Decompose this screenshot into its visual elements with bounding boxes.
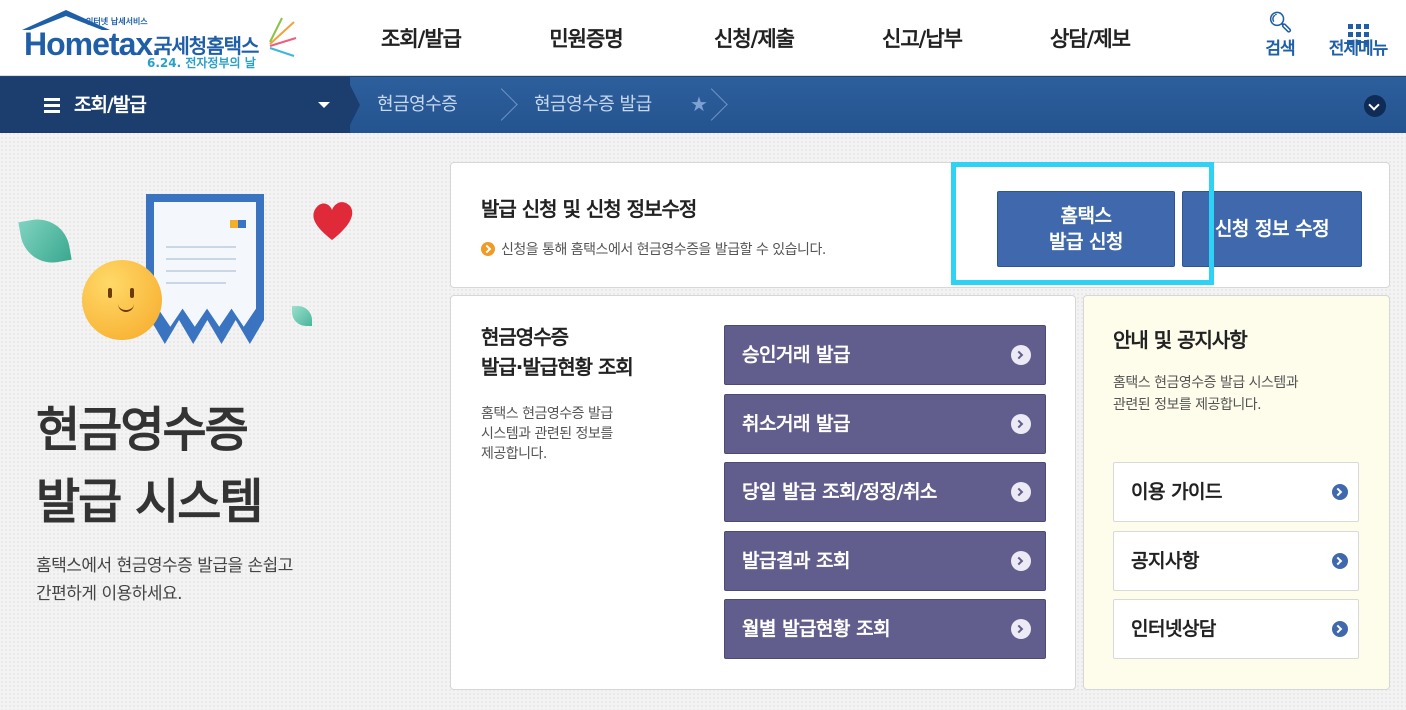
hero-title: 현금영수증 발급 시스템 [36,402,264,530]
nav-consult-report[interactable]: 상담/제보 [1006,0,1174,76]
hometax-issue-apply-button[interactable]: 홈택스 발급 신청 [997,191,1175,267]
receipt-illustration [18,186,370,366]
location-bar: 조회/발급 현금영수증 현금영수증 발급 ★ [0,76,1406,133]
nav-apply-submit[interactable]: 신청/제출 [670,0,838,76]
chevron-right-icon [1011,414,1031,434]
cancel-issue-button[interactable]: 취소거래 발급 [724,394,1046,454]
breadcrumb-cash-receipt-issue[interactable]: 현금영수증 발급 [534,77,652,133]
small-leaf-icon [292,306,312,326]
hero-description: 홈택스에서 현금영수증 발급을 손쉽고 간편하게 이용하세요. [36,556,293,604]
issue-panel-desc: 홈택스 현금영수증 발급 시스템과 관련된 정보를 제공합니다. [481,406,613,462]
location-menu-arrow [346,77,360,133]
issue-panel: 현금영수증 발급·발급현황 조회 홈택스 현금영수증 발급 시스템과 관련된 정… [450,295,1076,690]
user-guide-button[interactable]: 이용 가이드 [1113,462,1359,522]
breadcrumb-separator [700,87,718,123]
smiley-face-icon [82,260,162,340]
arrow-bullet-icon [481,242,495,256]
top-header: 인터넷 납세서비스 Hometax. 국세청홈택스 6.24. 전자정부의 날 … [0,0,1406,76]
all-menu-label: 전체메뉴 [1328,39,1389,59]
issue-result-button[interactable]: 발급결과 조회 [724,531,1046,591]
apply-panel: 발급 신청 및 신청 정보수정 신청을 통해 홈택스에서 현금영수증을 발급할 … [450,162,1390,288]
breadcrumb-separator [490,87,508,123]
firework-icon [269,17,297,57]
chevron-right-icon [1332,621,1348,637]
main-nav: 조회/발급 민원증명 신청/제출 신고/납부 상담/제보 [340,0,1174,76]
chevron-right-icon [1011,551,1031,571]
chevron-right-icon [1011,345,1031,365]
nav-civil-certificate[interactable]: 민원증명 [502,0,670,76]
modify-application-button[interactable]: 신청 정보 수정 [1182,191,1362,267]
apply-panel-note: 신청을 통해 홈택스에서 현금영수증을 발급할 수 있습니다. [481,239,826,259]
notice-panel-desc: 홈택스 현금영수증 발급 시스템과 관련된 정보를 제공합니다. [1113,375,1299,413]
search-icon: 🔍︎ [1267,10,1293,34]
notice-button[interactable]: 공지사항 [1113,531,1359,591]
chevron-down-icon[interactable] [1364,95,1386,117]
caret-down-icon[interactable] [318,102,330,108]
nav-inquiry-issue[interactable]: 조회/발급 [340,0,502,76]
chevron-right-icon [1011,482,1031,502]
monthly-status-button[interactable]: 월별 발급현황 조회 [724,599,1046,659]
location-menu-label: 조회/발급 [74,94,147,116]
all-menu-button[interactable]: 전체메뉴 [1318,10,1398,59]
location-menu-selector[interactable]: 조회/발급 [44,77,147,133]
logo-event-text: 6.24. 전자정부의 날 [147,56,256,70]
nav-report-pay[interactable]: 신고/납부 [838,0,1006,76]
hometax-logo[interactable]: 인터넷 납세서비스 Hometax. 국세청홈택스 6.24. 전자정부의 날 [22,6,302,74]
notice-panel: 안내 및 공지사항 홈택스 현금영수증 발급 시스템과 관련된 정보를 제공합니… [1083,295,1390,690]
heart-icon [313,202,353,240]
apply-panel-title: 발급 신청 및 신청 정보수정 [481,197,697,221]
same-day-inquiry-button[interactable]: 당일 발급 조회/정정/취소 [724,462,1046,522]
approval-issue-button[interactable]: 승인거래 발급 [724,325,1046,385]
notice-panel-title: 안내 및 공지사항 [1113,328,1248,352]
search-button[interactable]: 🔍︎ 검색 [1258,10,1302,59]
chevron-right-icon [1011,619,1031,639]
hamburger-icon [44,95,60,116]
grid-menu-icon [1318,10,1398,45]
chevron-right-icon [1332,553,1348,569]
chevron-right-icon [1332,484,1348,500]
logo-brand: Hometax. [24,26,161,62]
internet-consult-button[interactable]: 인터넷상담 [1113,599,1359,659]
leaf-icon [18,214,72,268]
issue-panel-title: 현금영수증 발급·발급현황 조회 [481,325,634,379]
search-label: 검색 [1265,39,1295,59]
breadcrumb-cash-receipt[interactable]: 현금영수증 [377,77,458,133]
